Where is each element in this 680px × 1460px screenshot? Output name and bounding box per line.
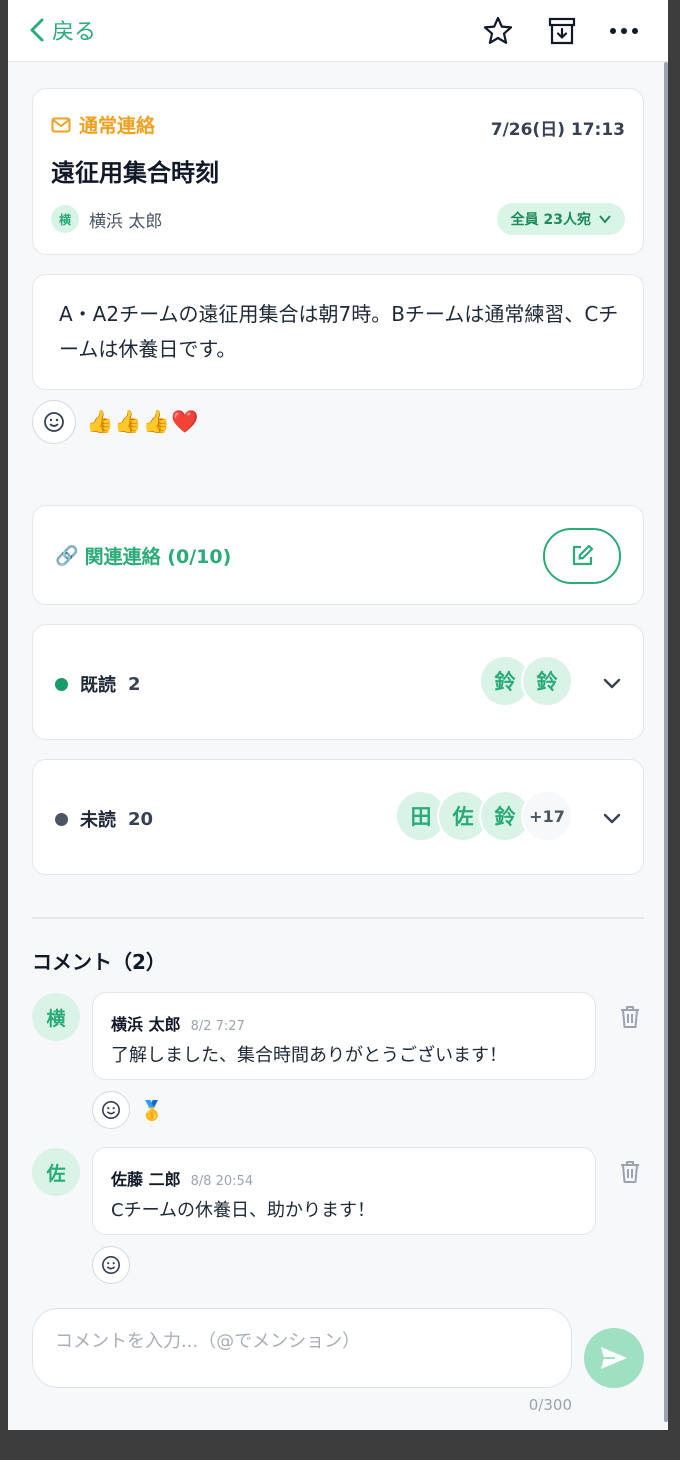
related-messages-card: 🔗 関連連絡 (0/10) <box>32 505 644 605</box>
trash-icon[interactable] <box>618 1004 642 1030</box>
unread-status: 未読 20 <box>55 806 153 832</box>
top-bar: 戻る <box>8 0 668 62</box>
archive-icon <box>548 17 576 45</box>
comment-input-container <box>32 1308 572 1388</box>
add-reaction-button[interactable] <box>92 1246 130 1284</box>
message-body: A・A2チームの遠征用集合は朝7時。Bチームは通常練習、Cチームは休養日です。 <box>59 302 619 361</box>
avatar: 鈴 <box>521 655 573 707</box>
message-title: 遠征用集合時刻 <box>51 159 219 187</box>
message-header-card: 通常連絡 7/26(日) 17:13 遠征用集合時刻 横 横浜 太郎 全員 23… <box>32 88 644 255</box>
reaction-emojis[interactable]: 👍👍👍❤️ <box>86 410 200 435</box>
more-button[interactable] <box>606 13 642 49</box>
message-reactions: 👍👍👍❤️ <box>32 400 200 444</box>
more-count: +17 <box>521 790 573 842</box>
smiley-icon <box>102 1256 120 1274</box>
read-card[interactable]: 既読 2 鈴 鈴 <box>32 624 644 740</box>
compose-icon <box>572 544 594 566</box>
reaction-emojis[interactable]: 🥇 <box>140 1099 165 1122</box>
chevron-down-icon <box>599 215 611 224</box>
link-icon: 🔗 <box>55 545 79 567</box>
chevron-down-icon[interactable] <box>601 807 623 829</box>
comment-bubble: 横浜 太郎 8/2 7:27 了解しました、集合時間ありがとうございます！ <box>92 992 596 1080</box>
char-counter: 0/300 <box>528 1396 572 1414</box>
star-button[interactable] <box>480 13 516 49</box>
avatar: 横 <box>51 205 79 233</box>
add-reaction-button[interactable] <box>32 400 76 444</box>
smiley-icon <box>102 1101 120 1119</box>
related-label: 🔗 関連連絡 (0/10) <box>55 545 232 568</box>
unread-card[interactable]: 未読 20 田 佐 鈴 +17 <box>32 759 644 875</box>
read-dot <box>55 677 68 691</box>
chevron-down-icon[interactable] <box>601 672 623 694</box>
unread-label: 未読 <box>80 810 116 831</box>
recipients-badge[interactable]: 全員 23人宛 <box>496 203 625 235</box>
message-body-card: A・A2チームの遠征用集合は朝7時。Bチームは通常練習、Cチームは休養日です。 <box>32 274 644 390</box>
app-frame: 戻る 通常連絡 7/26(日) 17:13 遠征用集合時刻 横 横浜 太郎 全員… <box>8 0 668 1430</box>
back-button[interactable]: 戻る <box>28 14 96 46</box>
back-label: 戻る <box>52 20 97 45</box>
message-date: 7/26(日) 17:13 <box>490 120 625 140</box>
comment-author: 横浜 太郎 8/2 7:27 <box>111 1015 245 1034</box>
unread-avatars: 田 佐 鈴 +17 <box>395 790 573 842</box>
star-icon <box>483 16 513 44</box>
trash-icon[interactable] <box>618 1159 642 1185</box>
smiley-icon <box>44 412 64 432</box>
avatar: 横 <box>32 993 80 1041</box>
comment-text: Cチームの休養日、助かります！ <box>111 1200 376 1221</box>
comments-heading: コメント（2） <box>32 950 166 974</box>
unread-count: 20 <box>128 808 154 830</box>
send-icon <box>601 1347 627 1369</box>
add-reaction-button[interactable] <box>92 1091 130 1129</box>
read-count: 2 <box>128 673 141 695</box>
message-category: 通常連絡 <box>51 111 155 138</box>
read-label: 既読 <box>80 675 116 696</box>
archive-button[interactable] <box>544 13 580 49</box>
comment-reactions <box>92 1246 130 1284</box>
read-status: 既読 2 <box>55 671 141 697</box>
chevron-left-icon <box>30 18 44 42</box>
send-button[interactable] <box>584 1328 644 1388</box>
comment-time: 8/8 20:54 <box>190 1174 254 1189</box>
comment-text: 了解しました、集合時間ありがとうございます！ <box>111 1045 507 1066</box>
comment-author: 佐藤 二郎 8/8 20:54 <box>111 1170 254 1189</box>
more-icon <box>610 28 638 34</box>
message-author: 横 横浜 太郎 <box>51 205 162 233</box>
mail-icon <box>51 117 71 132</box>
comment-reactions: 🥇 <box>92 1091 165 1129</box>
comment-bubble: 佐藤 二郎 8/8 20:54 Cチームの休養日、助かります！ <box>92 1147 596 1235</box>
add-related-button[interactable] <box>543 528 621 584</box>
avatar: 佐 <box>32 1148 80 1196</box>
read-avatars: 鈴 鈴 <box>479 655 573 707</box>
comment-input[interactable] <box>55 1327 549 1369</box>
comment-time: 8/2 7:27 <box>190 1019 245 1034</box>
scrollbar[interactable] <box>664 62 668 1422</box>
unread-dot <box>55 812 68 826</box>
author-name: 横浜 太郎 <box>89 211 163 232</box>
divider <box>32 917 644 919</box>
